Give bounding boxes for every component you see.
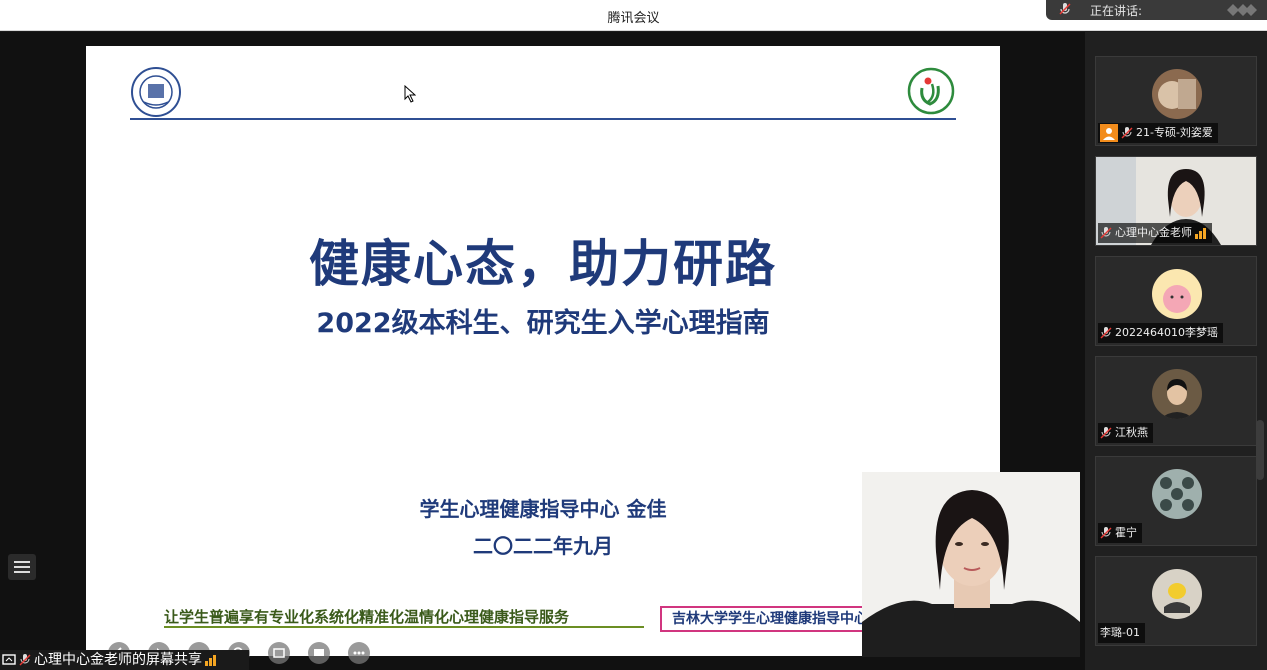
screen-share-label: 心理中心金老师的屏幕共享 (0, 650, 249, 670)
slide-subtitle: 2022级本科生、研究生入学心理指南 (316, 308, 770, 339)
participants-sidebar: 21-专硕-刘姿爱 心理中心金老师 2022464010李梦瑶 江秋燕 霍宁 李… (1085, 32, 1267, 670)
mic-muted-icon (1100, 527, 1112, 539)
participant-tile[interactable]: 江秋燕 (1095, 356, 1257, 446)
presenter-camera (862, 472, 1080, 657)
mic-muted-icon (1100, 427, 1112, 439)
participant-name-tag: 江秋燕 (1098, 423, 1153, 443)
avatar (1152, 569, 1202, 619)
jilin-university-logo (131, 67, 181, 117)
participant-tile[interactable]: 2022464010李梦瑶 (1095, 256, 1257, 346)
participant-name: 心理中心金老师 (1115, 226, 1192, 239)
speaking-wave-icon (1227, 4, 1257, 16)
signal-strength-icon (1195, 227, 1206, 239)
subtitle-button[interactable] (308, 642, 330, 664)
participant-tile[interactable]: 心理中心金老师 (1095, 156, 1257, 246)
screen-share-icon (2, 654, 16, 665)
participant-tile[interactable]: 21-专硕-刘姿爱 (1095, 56, 1257, 146)
screen-share-text: 心理中心金老师的屏幕共享 (34, 652, 202, 668)
user-badge-icon (1100, 124, 1118, 142)
slogan-underline (164, 626, 644, 628)
avatar (1152, 369, 1202, 419)
center-name-box: 吉林大学学生心理健康指导中心 (660, 606, 880, 632)
participant-name: 21-专硕-刘姿爱 (1136, 126, 1213, 139)
mic-muted-icon (1100, 327, 1112, 339)
slide-title: 健康心态，助力研路 (309, 235, 777, 293)
speaking-indicator: 正在讲话: (1046, 0, 1267, 20)
slide-slogan: 让学生普遍享有专业化系统化精准化温情化心理健康指导服务 (164, 608, 570, 626)
participant-name-tag: 心理中心金老师 (1098, 223, 1212, 243)
screen-icon (314, 649, 324, 656)
sidebar-scrollbar[interactable] (1256, 420, 1264, 480)
mic-muted-icon (1100, 227, 1112, 239)
speaking-label: 正在讲话: (1090, 4, 1143, 18)
mic-muted-icon (19, 654, 31, 666)
participant-name: 李璐-01 (1100, 626, 1140, 639)
participant-tile[interactable]: 霍宁 (1095, 456, 1257, 546)
participant-name-tag: 2022464010李梦瑶 (1098, 323, 1223, 343)
avatar (1152, 469, 1202, 519)
psych-center-logo (907, 67, 955, 115)
more-options-button[interactable] (348, 642, 370, 664)
participant-name-tag: 李璐-01 (1098, 623, 1145, 643)
presenter-video-frame (862, 472, 1080, 657)
toolbar-menu-button[interactable] (8, 554, 36, 580)
avatar (1152, 69, 1202, 119)
slides-grid-button[interactable] (268, 642, 290, 664)
grid-icon (273, 648, 285, 658)
participant-name: 霍宁 (1115, 526, 1137, 539)
avatar (1152, 269, 1202, 319)
participant-tile[interactable]: 李璐-01 (1095, 556, 1257, 646)
participant-name-tag: 霍宁 (1098, 523, 1142, 543)
signal-strength-icon (205, 654, 216, 666)
more-icon (353, 651, 365, 655)
mic-muted-icon (1121, 127, 1133, 139)
mouse-cursor-icon (404, 85, 416, 103)
mic-muted-icon (1059, 3, 1071, 15)
header-rule (130, 118, 956, 120)
participant-name-tag: 21-专硕-刘姿爱 (1098, 123, 1218, 143)
participant-name: 江秋燕 (1115, 426, 1148, 439)
participant-name: 2022464010李梦瑶 (1115, 326, 1218, 339)
